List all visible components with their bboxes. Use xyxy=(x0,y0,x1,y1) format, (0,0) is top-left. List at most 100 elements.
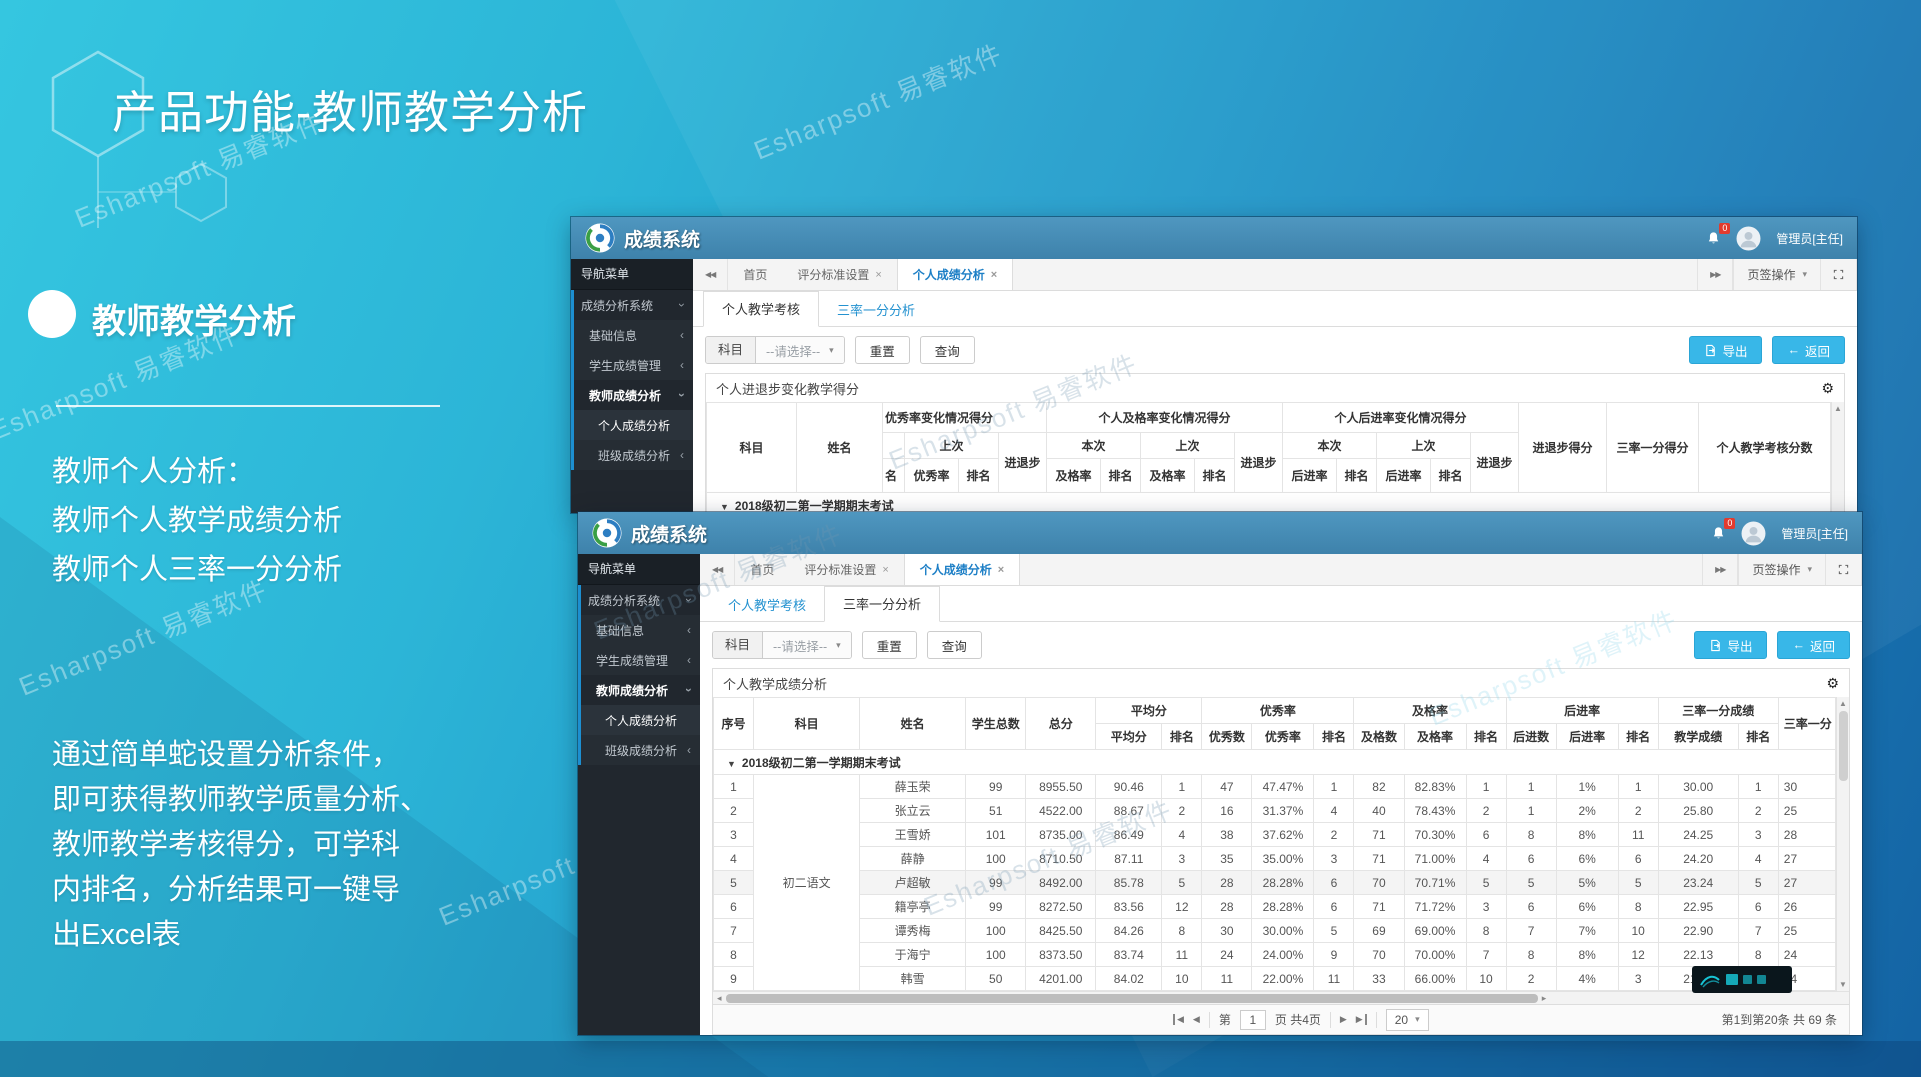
body-line: 内排名，分析结果可一键导 xyxy=(52,868,429,913)
current-user[interactable]: 管理员[主任] xyxy=(1776,230,1843,247)
teaching-score-table: 序号科目姓名学生总数总分平均分优秀率及格率后进率三率一分成绩三率一分平均分排名优… xyxy=(713,697,1836,991)
search-button[interactable]: 查询 xyxy=(920,336,975,364)
table-row[interactable]: 7谭秀梅1008425.5084.2683030.00%56969.00%877… xyxy=(714,919,1836,943)
horizontal-scrollbar[interactable]: ◂ ▸ xyxy=(713,991,1849,1004)
back-button[interactable]: ← 返回 xyxy=(1777,631,1850,659)
last-page-icon[interactable]: ▶ xyxy=(1356,1014,1367,1025)
page-number-input[interactable]: 1 xyxy=(1240,1010,1266,1030)
tab-bar: ◀◀ 首页 评分标准设置× 个人成绩分析× ▶▶ 页签操作▾ xyxy=(693,259,1857,291)
export-button[interactable]: 导出 xyxy=(1694,631,1767,659)
avatar[interactable] xyxy=(1741,521,1766,546)
tab-operations-dropdown[interactable]: 页签操作▾ xyxy=(1738,554,1825,585)
table-cell: 6 xyxy=(714,895,754,919)
tab-personal-teaching-assessment[interactable]: 个人教学考核 xyxy=(703,291,819,327)
sidebar-item[interactable]: 教师成绩分析› xyxy=(574,380,693,410)
sidebar-item[interactable]: 班级成绩分析‹ xyxy=(574,440,693,470)
table-cell: 47 xyxy=(1202,775,1252,799)
close-icon[interactable]: × xyxy=(875,269,881,281)
fullscreen-icon[interactable] xyxy=(1825,554,1862,585)
back-button[interactable]: ← 返回 xyxy=(1772,336,1845,364)
table-cell: 99 xyxy=(966,775,1026,799)
table-row[interactable]: 3王雪娇1018735.0086.4943837.62%27170.30%688… xyxy=(714,823,1836,847)
tab-label: 首页 xyxy=(743,266,767,283)
notifications-bell-icon[interactable]: 0 xyxy=(1711,526,1726,541)
slide-background: 产品功能-教师教学分析 教师教学分析 教师个人分析： 教师个人教学成绩分析 教师… xyxy=(0,0,1921,1077)
scroll-up-icon[interactable]: ▲ xyxy=(1839,699,1847,708)
table-row[interactable]: 4薛静1008710.5087.1133535.00%37171.00%466%… xyxy=(714,847,1836,871)
vertical-scrollbar[interactable]: ▲ xyxy=(1831,402,1844,512)
subject-select[interactable]: --请选择--▾ xyxy=(756,337,844,363)
table-row[interactable]: 8于海宁1008373.5083.74112424.00%97070.00%78… xyxy=(714,943,1836,967)
scroll-tabs-right-icon[interactable]: ▶▶ xyxy=(1697,259,1733,290)
vertical-scrollbar[interactable]: ▲ ▼ xyxy=(1836,697,1849,991)
table-group-row[interactable]: ▼2018级初二第一学期期末考试 xyxy=(714,750,1836,775)
table-cell: 4 xyxy=(714,847,754,871)
tab-scoring-standard[interactable]: 评分标准设置× xyxy=(782,259,896,290)
close-icon[interactable]: × xyxy=(991,269,997,281)
page-size-select[interactable]: 20▾ xyxy=(1386,1009,1429,1031)
scroll-tabs-left-icon[interactable]: ◀◀ xyxy=(700,554,735,585)
scroll-up-icon[interactable]: ▲ xyxy=(1834,404,1842,413)
sidebar-item[interactable]: 基础信息‹ xyxy=(581,615,700,645)
scrollbar-thumb[interactable] xyxy=(726,994,1538,1003)
table-row[interactable]: 5卢超敏998492.0085.7852828.28%67070.71%555%… xyxy=(714,871,1836,895)
page-prefix: 第 xyxy=(1219,1011,1231,1028)
sidebar-item[interactable]: 成绩分析系统› xyxy=(581,585,700,615)
table-row[interactable]: 9韩雪504201.0084.02101122.00%113366.00%102… xyxy=(714,967,1836,991)
scroll-left-icon[interactable]: ◂ xyxy=(717,993,722,1004)
scroll-tabs-right-icon[interactable]: ▶▶ xyxy=(1702,554,1738,585)
subject-select[interactable]: --请选择--▾ xyxy=(763,632,851,658)
scroll-tabs-left-icon[interactable]: ◀◀ xyxy=(693,259,728,290)
gear-icon[interactable]: ⚙ xyxy=(1821,380,1834,397)
chevron-left-icon: ‹ xyxy=(687,623,691,637)
tab-home[interactable]: 首页 xyxy=(735,554,789,585)
tab-scoring-standard[interactable]: 评分标准设置× xyxy=(789,554,903,585)
table-row[interactable]: 1初二语文薛玉荣998955.5090.4614747.47%18282.83%… xyxy=(714,775,1836,799)
close-icon[interactable]: × xyxy=(998,564,1004,576)
panel-title: 个人进退步变化教学得分 xyxy=(716,379,859,398)
table-row[interactable]: 2张立云514522.0088.6721631.37%44078.43%212%… xyxy=(714,799,1836,823)
sidebar-item[interactable]: 学生成绩管理‹ xyxy=(581,645,700,675)
first-page-icon[interactable]: ◀ xyxy=(1173,1014,1184,1025)
avatar[interactable] xyxy=(1736,226,1761,251)
close-icon[interactable]: × xyxy=(882,564,888,576)
tab-personal-score-analysis[interactable]: 个人成绩分析× xyxy=(897,259,1013,290)
export-button[interactable]: 导出 xyxy=(1689,336,1762,364)
next-page-icon[interactable]: ▶ xyxy=(1340,1014,1347,1025)
tab-operations-dropdown[interactable]: 页签操作▾ xyxy=(1733,259,1820,290)
sidebar-item[interactable]: 学生成绩管理‹ xyxy=(574,350,693,380)
scroll-down-icon[interactable]: ▼ xyxy=(1839,980,1847,989)
gear-icon[interactable]: ⚙ xyxy=(1826,675,1839,692)
scrollbar-thumb[interactable] xyxy=(1839,711,1848,781)
table-cell: 47.47% xyxy=(1252,775,1314,799)
table-row[interactable]: 6籍亭亭998272.5083.56122828.28%67171.72%366… xyxy=(714,895,1836,919)
tab-personal-teaching-assessment[interactable]: 个人教学考核 xyxy=(710,588,824,622)
search-button[interactable]: 查询 xyxy=(927,631,982,659)
table-header-cell: 排名 xyxy=(1431,459,1471,493)
sidebar-item[interactable]: 个人成绩分析 xyxy=(581,705,700,735)
scroll-right-icon[interactable]: ▸ xyxy=(1542,993,1547,1004)
sidebar-item[interactable]: 教师成绩分析› xyxy=(581,675,700,705)
prev-page-icon[interactable]: ◀ xyxy=(1193,1014,1200,1025)
sidebar-item[interactable]: 班级成绩分析‹ xyxy=(581,735,700,765)
tab-home[interactable]: 首页 xyxy=(728,259,782,290)
table-cell: 4 xyxy=(1466,847,1506,871)
reset-button[interactable]: 重置 xyxy=(862,631,917,659)
tab-three-rates-analysis[interactable]: 三率一分分析 xyxy=(819,293,933,327)
table-group-row[interactable]: ▼2018级初二第一学期期末考试 xyxy=(707,493,1831,513)
section-heading: 教师教学分析 xyxy=(92,294,296,343)
notifications-bell-icon[interactable]: 0 xyxy=(1706,231,1721,246)
tab-three-rates-analysis[interactable]: 三率一分分析 xyxy=(824,586,940,622)
back-arrow-icon: ← xyxy=(1787,343,1800,357)
current-user[interactable]: 管理员[主任] xyxy=(1781,525,1848,542)
sidebar-item[interactable]: 基础信息‹ xyxy=(574,320,693,350)
reset-button[interactable]: 重置 xyxy=(855,336,910,364)
fullscreen-icon[interactable] xyxy=(1820,259,1857,290)
table-cell: 8492.00 xyxy=(1026,871,1096,895)
table-header-cell: 优秀率 xyxy=(1202,698,1354,724)
sidebar-item[interactable]: 个人成绩分析 xyxy=(574,410,693,440)
table-cell: 71 xyxy=(1354,823,1404,847)
table-cell: 6% xyxy=(1556,847,1618,871)
tab-personal-score-analysis[interactable]: 个人成绩分析× xyxy=(904,554,1020,585)
sidebar-item[interactable]: 成绩分析系统› xyxy=(574,290,693,320)
